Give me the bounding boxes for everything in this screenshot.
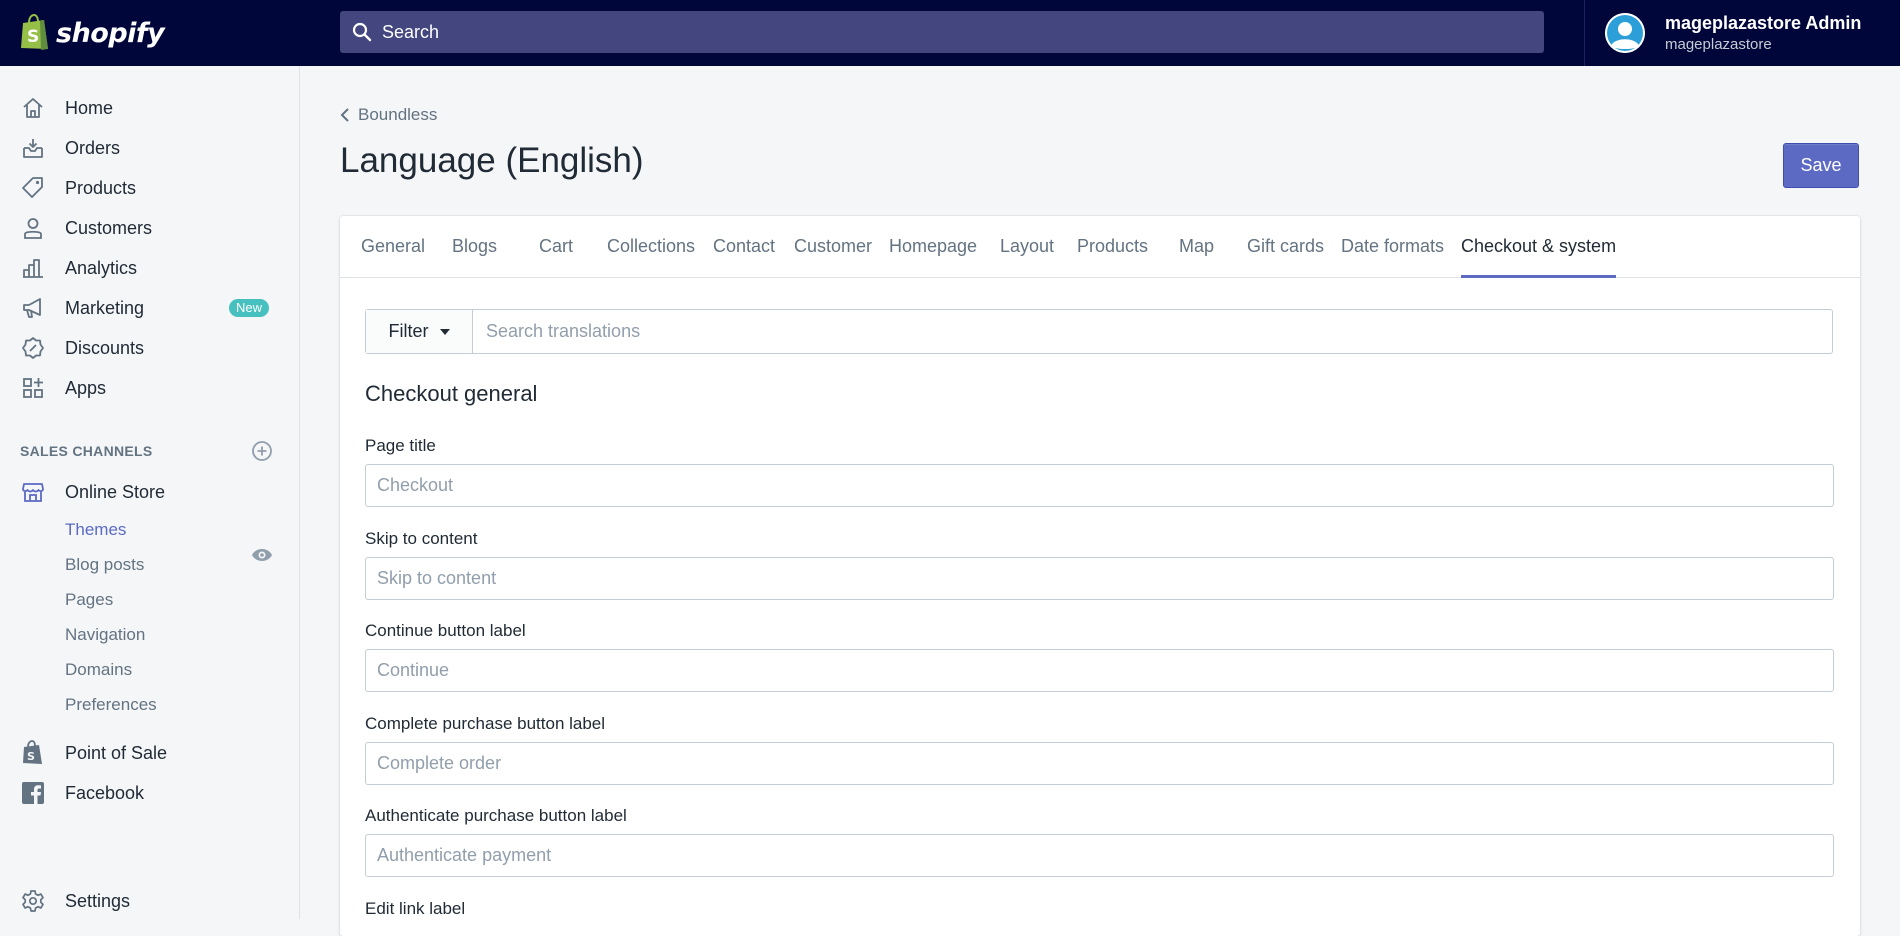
sidebar-subitem-themes[interactable]: Themes	[65, 520, 126, 540]
tab-cart[interactable]: Cart	[539, 216, 573, 278]
tab-gift-cards[interactable]: Gift cards	[1247, 216, 1324, 278]
filter-bar: Filter	[365, 309, 1833, 354]
store-icon	[20, 479, 46, 505]
sidebar-item-customers[interactable]: Customers	[0, 208, 300, 248]
sidebar-item-online-store[interactable]: Online Store	[0, 472, 300, 512]
tab-homepage[interactable]: Homepage	[889, 216, 977, 278]
field-label-continue-button: Continue button label	[365, 621, 526, 640]
person-icon	[20, 215, 46, 241]
sidebar-subitem-blog-posts[interactable]: Blog posts	[65, 555, 144, 575]
pos-bag-icon: S	[20, 740, 46, 766]
facebook-icon	[20, 780, 46, 806]
field-label-complete-purchase: Complete purchase button label	[365, 714, 606, 733]
bar-chart-icon	[20, 255, 46, 281]
caret-down-icon	[439, 328, 450, 335]
field-label-authenticate-purchase: Authenticate purchase button label	[365, 806, 627, 825]
field-label-page-title: Page title	[365, 436, 436, 455]
sidebar-item-apps[interactable]: Apps	[0, 368, 300, 408]
complete-purchase-label-input[interactable]	[365, 742, 1834, 785]
chevron-left-icon	[340, 108, 349, 122]
avatar	[1605, 13, 1645, 53]
sidebar-item-marketing[interactable]: Marketing New	[0, 288, 300, 328]
sidebar-item-label: Analytics	[65, 257, 138, 278]
tab-collections[interactable]: Collections	[607, 216, 695, 278]
translations-card: General Blogs Cart Collections Contact C…	[340, 216, 1860, 936]
breadcrumb[interactable]: Boundless	[340, 105, 437, 125]
sidebar-item-orders[interactable]: Orders	[0, 128, 300, 168]
apps-icon	[20, 375, 46, 401]
section-heading: Checkout general	[365, 381, 538, 406]
sidebar-item-label: Customers	[65, 217, 153, 238]
sidebar-item-home[interactable]: Home	[0, 88, 300, 128]
sales-channels-heading: SALES CHANNELS	[20, 443, 153, 459]
search-label: Search	[382, 21, 440, 42]
sidebar-item-label: Apps	[65, 377, 107, 398]
top-bar: S shopify Search mageplazastore Admin ma…	[0, 0, 1900, 66]
page-title: Language (English)	[340, 141, 644, 180]
filter-button-label: Filter	[388, 321, 429, 341]
tab-contact[interactable]: Contact	[713, 216, 775, 278]
tab-map[interactable]: Map	[1179, 216, 1214, 278]
search-translations-input[interactable]	[473, 310, 1832, 353]
gear-icon	[20, 888, 46, 914]
page-title-input[interactable]	[365, 464, 1834, 507]
sidebar-item-label: Online Store	[65, 481, 166, 502]
sidebar-item-label: Marketing	[65, 297, 145, 318]
tag-icon	[20, 175, 46, 201]
tab-date-formats[interactable]: Date formats	[1341, 216, 1444, 278]
tab-customer[interactable]: Customer	[794, 216, 872, 278]
brand-name: shopify	[56, 17, 165, 49]
svg-text:S: S	[27, 27, 39, 47]
megaphone-icon	[20, 295, 46, 321]
add-channel-icon[interactable]	[251, 440, 273, 462]
sidebar-item-label: Products	[65, 177, 137, 198]
tab-layout[interactable]: Layout	[1000, 216, 1054, 278]
authenticate-purchase-label-input[interactable]	[365, 834, 1834, 877]
sidebar-item-label: Orders	[65, 137, 121, 158]
sidebar-item-label: Point of Sale	[65, 742, 168, 763]
sidebar-subitem-preferences[interactable]: Preferences	[65, 695, 157, 715]
tab-blogs[interactable]: Blogs	[452, 216, 497, 278]
sidebar-item-products[interactable]: Products	[0, 168, 300, 208]
sidebar-subitem-pages[interactable]: Pages	[65, 590, 113, 610]
sidebar: Home Orders Products Customers Analytics…	[0, 66, 300, 919]
sidebar-subitem-domains[interactable]: Domains	[65, 660, 132, 680]
sidebar-item-facebook[interactable]: Facebook	[0, 773, 300, 813]
skip-to-content-input[interactable]	[365, 557, 1834, 600]
tab-checkout-system[interactable]: Checkout & system	[1461, 216, 1617, 278]
shopify-bag-icon: S	[20, 13, 50, 52]
svg-text:S: S	[27, 750, 35, 763]
account-name: mageplazastore Admin	[1665, 13, 1862, 33]
sidebar-item-analytics[interactable]: Analytics	[0, 248, 300, 288]
view-store-eye-icon[interactable]	[251, 547, 273, 563]
sidebar-item-label: Discounts	[65, 337, 145, 358]
sidebar-item-label: Home	[65, 97, 114, 118]
account-store: mageplazastore	[1665, 36, 1772, 53]
save-button[interactable]: Save	[1783, 143, 1859, 188]
sidebar-item-point-of-sale[interactable]: S Point of Sale	[0, 733, 300, 773]
field-label-edit-link: Edit link label	[365, 899, 466, 918]
account-menu[interactable]: mageplazastore Admin mageplazastore	[1584, 0, 1900, 66]
search-bar[interactable]: Search	[340, 11, 1544, 53]
shopify-logo[interactable]: S shopify	[0, 0, 300, 66]
filter-button[interactable]: Filter	[366, 310, 473, 353]
tab-bar: General Blogs Cart Collections Contact C…	[340, 216, 1860, 278]
continue-button-label-input[interactable]	[365, 649, 1834, 692]
tab-products[interactable]: Products	[1077, 216, 1148, 278]
sidebar-item-discounts[interactable]: Discounts	[0, 328, 300, 368]
orders-icon	[20, 135, 46, 161]
breadcrumb-label: Boundless	[358, 105, 438, 124]
new-badge: New	[229, 299, 270, 317]
discount-icon	[20, 335, 46, 361]
sidebar-item-label: Settings	[65, 890, 131, 911]
sidebar-item-settings[interactable]: Settings	[0, 881, 300, 921]
sidebar-subitem-navigation[interactable]: Navigation	[65, 625, 145, 645]
tab-general[interactable]: General	[361, 216, 425, 278]
sidebar-item-label: Facebook	[65, 782, 145, 803]
field-label-skip-to-content: Skip to content	[365, 529, 478, 548]
search-icon	[352, 22, 372, 42]
home-icon	[20, 95, 46, 121]
